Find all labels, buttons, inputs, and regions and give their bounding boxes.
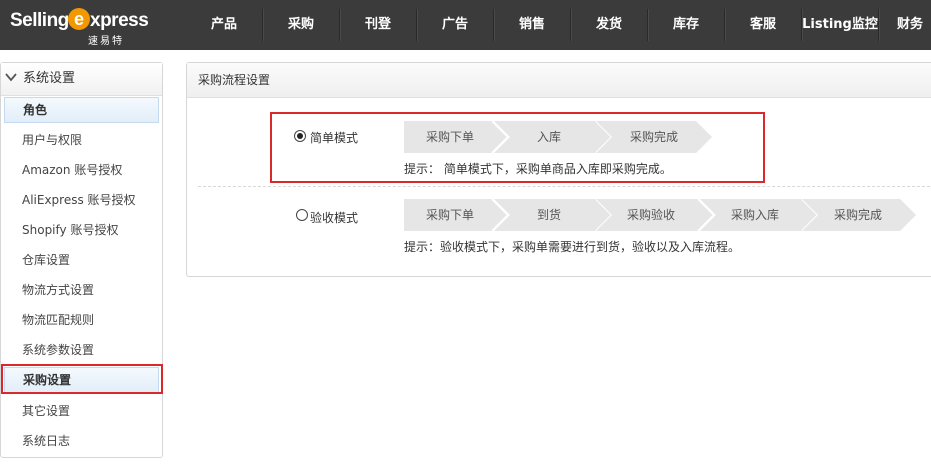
sidebar-item-purchase-settings[interactable]: 采购设置: [4, 367, 159, 393]
main-nav: 产品 采购 刊登 广告 销售 发货 库存 客服 Listing监控 财务: [186, 9, 931, 41]
step-label: 采购完成: [629, 130, 678, 144]
nav-item-finance[interactable]: 财务: [878, 9, 931, 41]
step-purchase-complete: 采购完成: [596, 121, 712, 153]
step-label: 采购验收: [626, 208, 675, 222]
sidebar-item-users-permissions[interactable]: 用户与权限: [1, 125, 162, 155]
step-warehouse-in: 入库: [494, 121, 612, 153]
step-label: 采购入库: [730, 208, 779, 222]
step-inspection: 采购验收: [596, 199, 714, 231]
nav-item-listing[interactable]: 刊登: [339, 9, 416, 41]
settings-sidebar: 系统设置 角色 用户与权限 Amazon 账号授权 AliExpress 账号授…: [0, 62, 163, 458]
nav-item-sales[interactable]: 销售: [493, 9, 570, 41]
nav-item-customer-service[interactable]: 客服: [724, 9, 801, 41]
sidebar-item-aliexpress-auth[interactable]: AliExpress 账号授权: [1, 185, 162, 215]
nav-item-products[interactable]: 产品: [186, 9, 262, 41]
logo-e-mark: e: [68, 8, 90, 30]
simple-mode-radio[interactable]: [294, 130, 306, 142]
logo-text-selling: Selling: [10, 10, 69, 31]
inspect-mode-tip: 提示：验收模式下，采购单需要进行到货，验收以及入库流程。: [404, 240, 741, 254]
logo-text-xpress: xpress: [90, 10, 149, 31]
nav-item-inventory[interactable]: 库存: [647, 9, 724, 41]
nav-item-shipping[interactable]: 发货: [570, 9, 647, 41]
step-label: 入库: [536, 130, 561, 144]
step-label: 采购完成: [833, 208, 882, 222]
brand-logo[interactable]: Selling e xpress 速易特: [10, 6, 155, 47]
simple-mode-tip: 提示： 简单模式下，采购单商品入库即采购完成。: [404, 162, 672, 176]
sidebar-item-warehouse[interactable]: 仓库设置: [1, 245, 162, 275]
step-warehouse-in: 采购入库: [700, 199, 818, 231]
logo-text-cn: 速易特: [88, 36, 124, 47]
inspect-mode-label[interactable]: 验收模式: [310, 209, 358, 226]
inspect-mode-radio[interactable]: [296, 209, 308, 221]
sidebar-item-shipping-rules[interactable]: 物流匹配规则: [1, 305, 162, 335]
nav-item-ads[interactable]: 广告: [416, 9, 493, 41]
sidebar-item-roles[interactable]: 角色: [4, 97, 159, 123]
panel-title: 采购流程设置: [187, 63, 931, 98]
sidebar-header-label: 系统设置: [23, 71, 76, 86]
sidebar-item-shopify-auth[interactable]: Shopify 账号授权: [1, 215, 162, 245]
sidebar-menu: 角色 用户与权限 Amazon 账号授权 AliExpress 账号授权 Sho…: [1, 95, 162, 456]
sidebar-item-system-params[interactable]: 系统参数设置: [1, 335, 162, 365]
sidebar-item-shipping-methods[interactable]: 物流方式设置: [1, 275, 162, 305]
step-purchase-order: 采购下单: [404, 199, 508, 231]
step-label: 采购下单: [425, 130, 474, 144]
sidebar-header[interactable]: 系统设置: [1, 63, 162, 96]
sidebar-item-amazon-auth[interactable]: Amazon 账号授权: [1, 155, 162, 185]
step-label: 采购下单: [425, 208, 474, 222]
nav-item-listing-monitor[interactable]: Listing监控: [801, 9, 878, 41]
chevron-down-icon: [5, 63, 19, 95]
step-label: 到货: [536, 208, 561, 222]
mode-divider: [198, 186, 930, 187]
simple-mode-label[interactable]: 简单模式: [310, 129, 358, 146]
nav-item-purchasing[interactable]: 采购: [262, 9, 339, 41]
top-navigation-bar: Selling e xpress 速易特 产品 采购 刊登 广告 销售 发货 库…: [0, 0, 931, 50]
sidebar-item-other-settings[interactable]: 其它设置: [1, 396, 162, 426]
step-purchase-complete: 采购完成: [802, 199, 916, 231]
sidebar-item-system-log[interactable]: 系统日志: [1, 426, 162, 456]
step-purchase-order: 采购下单: [404, 121, 508, 153]
step-arrival: 到货: [494, 199, 612, 231]
